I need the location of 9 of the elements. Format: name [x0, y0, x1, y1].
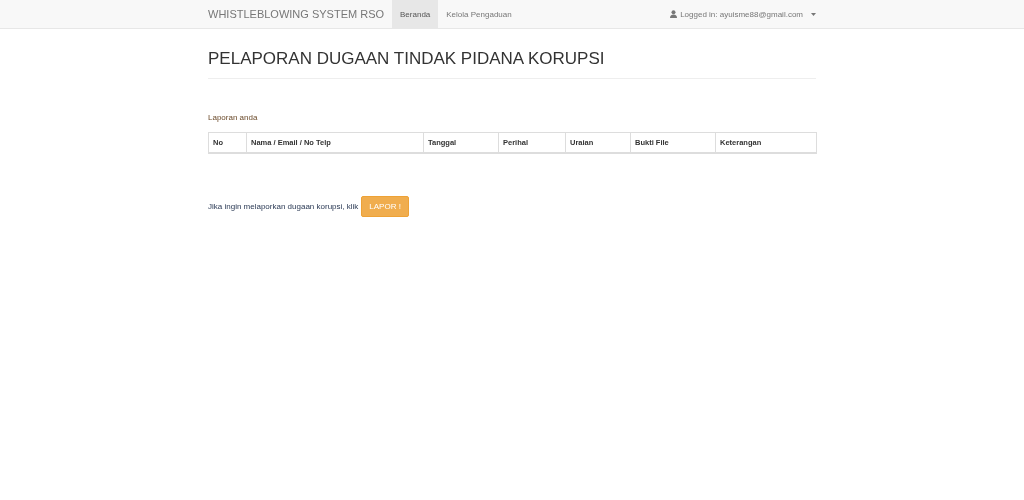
report-prompt: Jika ingin melaporkan dugaan korupsi, klik — [208, 202, 359, 211]
user-menu[interactable]: Logged in: ayuisme88@gmail.com — [680, 9, 803, 19]
nav-tab[interactable]: Beranda — [392, 0, 439, 28]
page-title: PELAPORAN DUGAAN TINDAK PIDANA KORUPSI — [208, 49, 816, 79]
section-label: Laporan anda — [208, 113, 259, 122]
nav-tab[interactable]: Kelola Pengaduan — [438, 0, 520, 28]
user-icon — [670, 10, 678, 18]
brand-title[interactable]: WHISTLEBLOWING SYSTEM RSO — [208, 0, 385, 28]
caret-icon[interactable] — [811, 12, 816, 16]
